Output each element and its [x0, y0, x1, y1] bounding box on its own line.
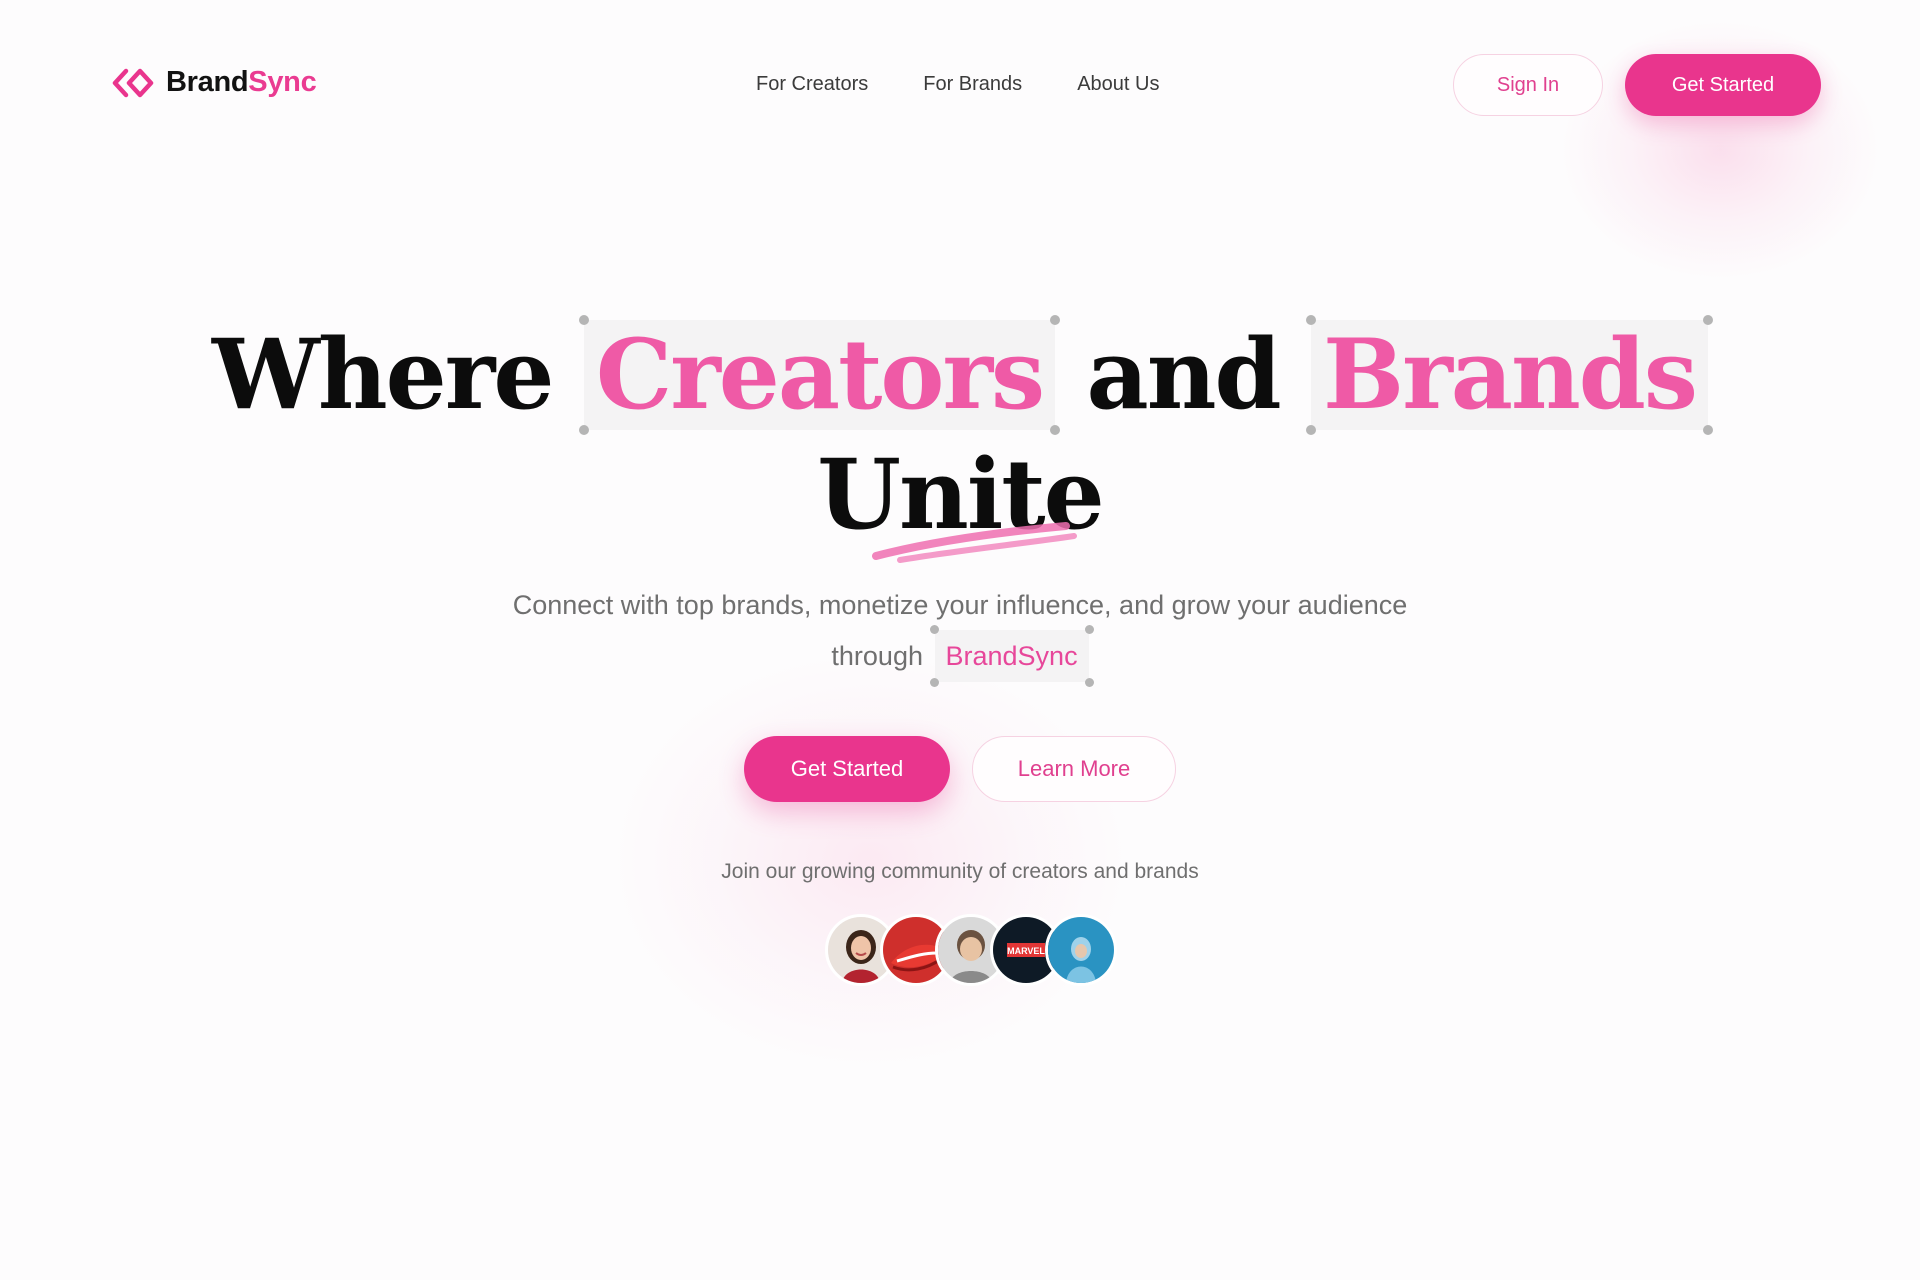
hero-highlight-brands: Brands: [1306, 315, 1713, 435]
nav-for-creators[interactable]: For Creators: [756, 73, 868, 96]
selection-handle[interactable]: [1702, 425, 1713, 435]
diamond-chevrons-icon: [112, 67, 154, 99]
header-get-started-button[interactable]: Get Started: [1625, 54, 1821, 116]
selection-handle[interactable]: [929, 678, 939, 687]
hero-title-word-and: and: [1086, 318, 1282, 431]
learn-more-button[interactable]: Learn More: [972, 736, 1176, 802]
hero-title: Where Creators and Brands: [0, 315, 1920, 435]
selection-handle[interactable]: [1306, 315, 1317, 325]
selection-handle[interactable]: [1050, 315, 1061, 325]
hero-highlight-creators-text: Creators: [595, 318, 1045, 431]
marvel-logo-text: MARVEL: [1007, 946, 1045, 956]
selection-handle[interactable]: [578, 425, 589, 435]
brand-name: BrandSync: [166, 66, 317, 99]
hero-highlight-creators: Creators: [578, 315, 1061, 435]
hero-subtitle-line1: Connect with top brands, monetize your i…: [512, 590, 1408, 620]
hero-title-word-where: Where: [212, 318, 554, 431]
nav-for-brands[interactable]: For Brands: [923, 73, 1022, 96]
selection-handle[interactable]: [1084, 625, 1094, 634]
selection-handle[interactable]: [1084, 678, 1094, 687]
selection-handle[interactable]: [1702, 315, 1713, 325]
brush-underline: [872, 522, 1077, 563]
community-text: Join our growing community of creators a…: [721, 860, 1199, 883]
hero-subtitle: Connect with top brands, monetize your i…: [460, 580, 1460, 687]
main-nav: For Creators For Brands About Us: [756, 73, 1159, 96]
brand-name-part1: Brand: [166, 66, 249, 98]
selection-handle[interactable]: [1050, 425, 1061, 435]
selection-handle[interactable]: [1306, 425, 1317, 435]
hero-get-started-button[interactable]: Get Started: [744, 736, 950, 802]
hero-highlight-brandsync: BrandSync: [929, 625, 1094, 687]
hero-highlight-brandsync-text: BrandSync: [945, 641, 1078, 671]
nav-about-us[interactable]: About Us: [1077, 73, 1159, 96]
avatar-group: MARVEL: [825, 914, 1117, 986]
hero-subtitle-line2: through BrandSync: [460, 625, 1460, 687]
brand-logo[interactable]: BrandSync: [112, 66, 317, 99]
hooded-person-avatar[interactable]: [1045, 914, 1117, 986]
selection-handle[interactable]: [929, 625, 939, 634]
site-header: BrandSync For Creators For Brands About …: [0, 0, 1920, 172]
hero-highlight-brands-text: Brands: [1323, 318, 1698, 431]
sign-in-button[interactable]: Sign In: [1453, 54, 1603, 116]
brand-name-part2: Sync: [248, 66, 317, 98]
selection-handle[interactable]: [578, 315, 589, 325]
hero-subtitle-prefix: through: [831, 641, 923, 671]
